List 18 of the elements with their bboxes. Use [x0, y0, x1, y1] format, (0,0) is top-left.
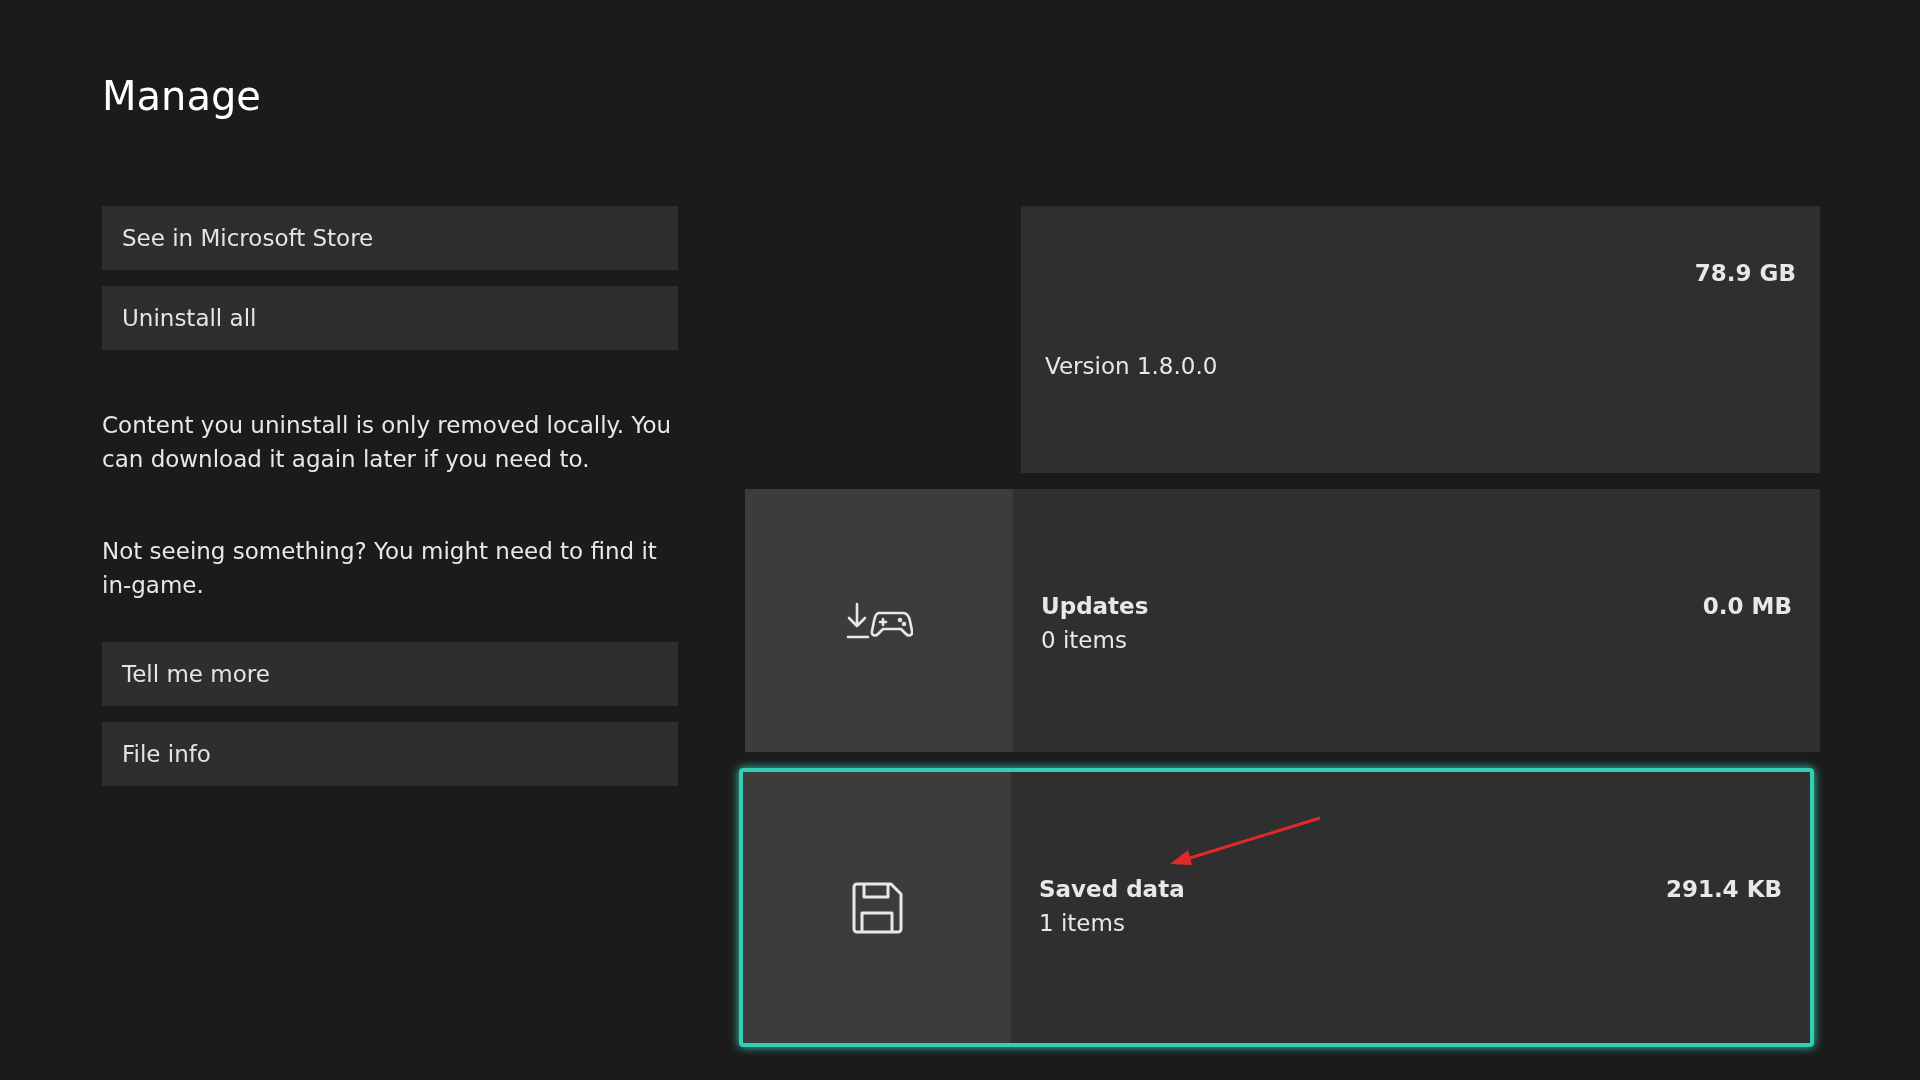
card-title: Updates: [1041, 592, 1149, 621]
menu-button[interactable]: Uninstall all: [102, 286, 678, 350]
size-text: 78.9 GB: [1694, 259, 1796, 288]
page-title: Manage: [102, 72, 261, 121]
item-count: 1 items: [1039, 909, 1125, 938]
storage-card[interactable]: 78.9 GB Version 1.8.0.0: [1021, 206, 1820, 473]
size-text: 0.0 MB: [1702, 592, 1792, 621]
size-text: 291.4 KB: [1665, 875, 1782, 904]
info-text: Content you uninstall is only removed locally. You can download it again later if you need to.: [102, 411, 673, 474]
storage-card[interactable]: Saved data 1 items 291.4 KB: [739, 768, 1814, 1047]
download-gamepad-icon: [845, 600, 913, 641]
menu-button[interactable]: File info: [102, 722, 678, 786]
card-title: Saved data: [1039, 875, 1185, 904]
info-text: Not seeing something? You might need to find it in-game.: [102, 537, 658, 600]
item-count: 0 items: [1041, 626, 1127, 655]
menu-button[interactable]: See in Microsoft Store: [102, 206, 678, 270]
menu-button[interactable]: Tell me more: [102, 642, 678, 706]
version-text: Version 1.8.0.0: [1045, 351, 1218, 381]
